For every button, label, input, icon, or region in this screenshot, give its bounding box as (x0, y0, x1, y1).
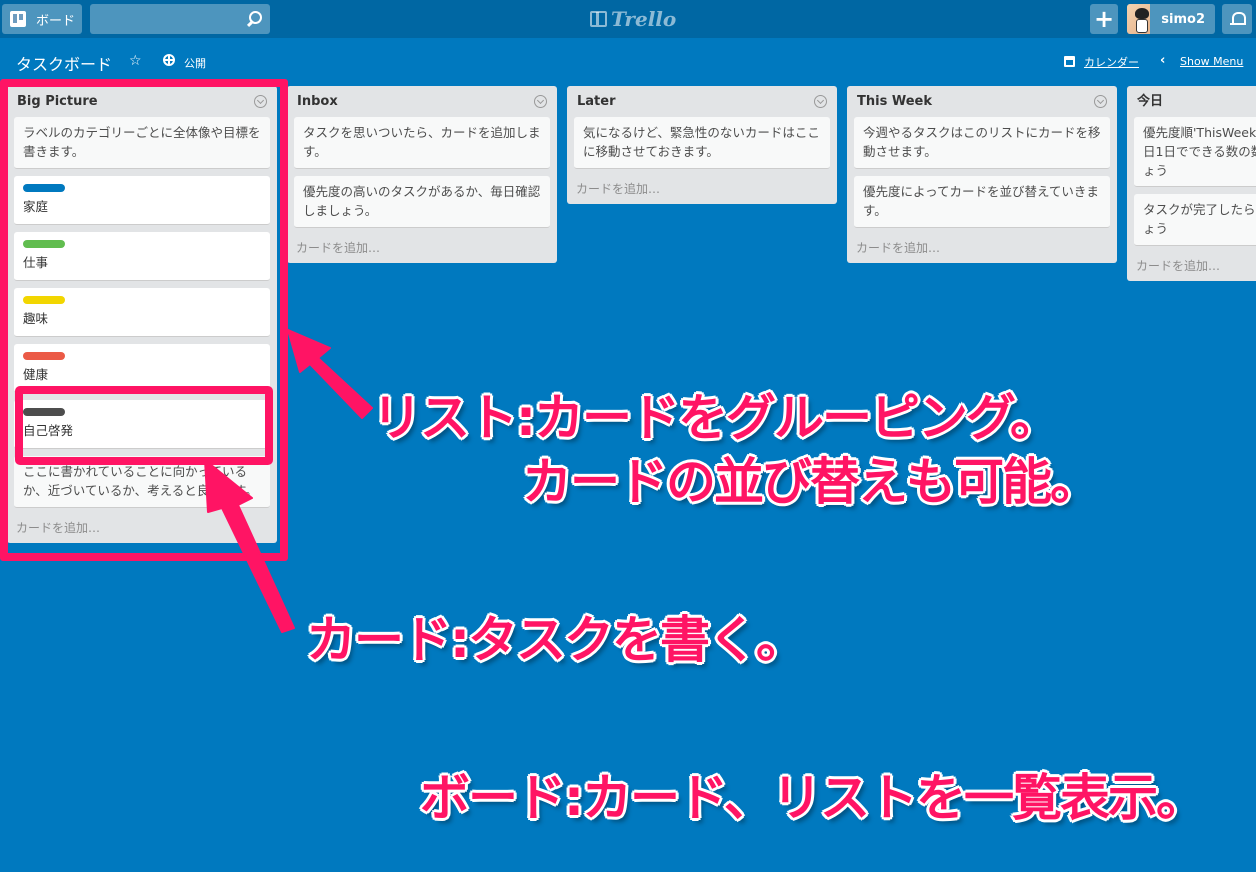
card[interactable]: 優先度順'ThisWeek'から移動します。今日1日でできる数の数を保つようにし… (1134, 117, 1256, 187)
list[interactable]: Later 気になるけど、緊急性のないカードはここに移動させておきます。カードを追… (567, 86, 837, 204)
card-text: ラベルのカテゴリーごとに全体像や目標を書きます。 (23, 125, 261, 159)
logo-text: Trello (611, 7, 677, 31)
card-text: 健康 (23, 367, 49, 382)
globe-icon[interactable] (163, 54, 175, 66)
card-text: 趣味 (23, 311, 49, 326)
card-label (23, 240, 65, 248)
add-card-link[interactable]: カードを追加… (1134, 253, 1256, 275)
list-title[interactable]: Big Picture (14, 86, 270, 117)
card[interactable]: 仕事 (14, 232, 270, 281)
calendar-icon (1064, 56, 1075, 67)
list-menu-icon[interactable] (534, 95, 547, 108)
list-title[interactable]: 今日 (1134, 86, 1256, 117)
notifications-button[interactable] (1222, 4, 1252, 34)
top-header: ボード Trello + simo2 (0, 0, 1256, 38)
card-text: ここに書かれていることに向かっているか、近づいているか、考えると良いです。 (23, 464, 258, 498)
card-text: 気になるけど、緊急性のないカードはここに移動させておきます。 (583, 125, 820, 159)
show-menu-link[interactable]: Show Menu (1180, 55, 1243, 68)
boards-label: ボード (36, 13, 76, 29)
card-text: タスクを思いついたら、カードを追加します。 (303, 125, 541, 159)
trello-logo-icon (590, 11, 607, 27)
list[interactable]: 今日優先度順'ThisWeek'から移動します。今日1日でできる数の数を保つよう… (1127, 86, 1256, 281)
card-label (23, 296, 65, 304)
card-text: 仕事 (23, 255, 49, 270)
card-text: 今週やるタスクはこのリストにカードを移動させます。 (863, 125, 1101, 159)
card[interactable]: タスクを思いついたら、カードを追加します。 (294, 117, 550, 169)
list[interactable]: This Week 今週やるタスクはこのリストにカードを移動させます。 優先度によっ… (847, 86, 1117, 263)
list-title[interactable]: Later (574, 86, 830, 117)
card-label (23, 408, 65, 416)
card-text: 優先度順'ThisWeek'から移動します。今日1日でできる数の数を保つようにし… (1143, 125, 1256, 178)
boards-icon (10, 11, 26, 27)
list-title[interactable]: Inbox (294, 86, 550, 117)
member-menu-button[interactable]: simo2 (1127, 4, 1215, 34)
add-card-link[interactable]: カードを追加… (854, 235, 1110, 257)
card[interactable]: 優先度によってカードを並び替えていきます。 (854, 176, 1110, 228)
username: simo2 (1161, 11, 1205, 27)
card[interactable]: ここに書かれていることに向かっているか、近づいているか、考えると良いです。 (14, 456, 270, 508)
calendar-link[interactable]: カレンダー (1084, 54, 1139, 70)
chevron-left-icon: ‹ (1160, 53, 1166, 68)
add-button[interactable]: + (1090, 4, 1118, 34)
card[interactable]: 趣味 (14, 288, 270, 337)
card-label (23, 184, 65, 192)
boards-button[interactable]: ボード (2, 4, 82, 34)
callout-card: カード:タスクを書く。 (306, 611, 806, 669)
card-text: 自己啓発 (23, 423, 74, 438)
list-title[interactable]: This Week (854, 86, 1110, 117)
callout-list-line1: リスト:カードをグルーピング。 (372, 389, 1060, 447)
card[interactable]: 今週やるタスクはこのリストにカードを移動させます。 (854, 117, 1110, 169)
avatar (1127, 4, 1151, 34)
list-menu-icon[interactable] (814, 95, 827, 108)
add-card-link[interactable]: カードを追加… (14, 515, 270, 537)
card[interactable]: タスクが完了したら、完了に移動させましょう (1134, 194, 1256, 246)
list-menu-icon[interactable] (1094, 95, 1107, 108)
card[interactable]: 健康 (14, 344, 270, 393)
star-icon[interactable]: ☆ (129, 53, 142, 69)
card-text: 優先度によってカードを並び替えていきます。 (863, 184, 1099, 218)
card-label (23, 352, 65, 360)
list-menu-icon[interactable] (254, 95, 267, 108)
search-icon[interactable] (246, 11, 262, 27)
list[interactable]: Inbox タスクを思いついたら、カードを追加します。 優先度の高いのタスクがあるか… (287, 86, 557, 263)
trello-logo[interactable]: Trello (590, 7, 676, 31)
add-card-link[interactable]: カードを追加… (294, 235, 550, 257)
card[interactable]: 家庭 (14, 176, 270, 225)
card-text: 優先度の高いのタスクがあるか、毎日確認しましょう。 (303, 184, 541, 218)
bell-icon (1230, 11, 1246, 27)
board-title[interactable]: タスクボード (16, 51, 112, 75)
search-input[interactable] (90, 4, 270, 34)
card[interactable]: 気になるけど、緊急性のないカードはここに移動させておきます。 (574, 117, 830, 169)
plus-icon: + (1093, 5, 1115, 33)
card[interactable]: ラベルのカテゴリーごとに全体像や目標を書きます。 (14, 117, 270, 169)
search-box[interactable] (90, 4, 270, 34)
add-card-link[interactable]: カードを追加… (574, 176, 830, 198)
card-text: 家庭 (23, 199, 49, 214)
arrow-to-list (287, 329, 373, 419)
card-text: タスクが完了したら、完了に移動させましょう (1143, 202, 1256, 236)
list[interactable]: Big Picture ラベルのカテゴリーごとに全体像や目標を書きます。家庭仕事趣… (7, 86, 277, 543)
card[interactable]: 自己啓発 (14, 400, 270, 449)
callout-list-line2: カードの並び替えも可能。 (522, 453, 1100, 511)
callout-board: ボード:カード、リストを一覧表示。 (420, 769, 1206, 827)
card[interactable]: 優先度の高いのタスクがあるか、毎日確認しましょう。 (294, 176, 550, 228)
visibility-button[interactable]: 公開 (184, 55, 206, 71)
